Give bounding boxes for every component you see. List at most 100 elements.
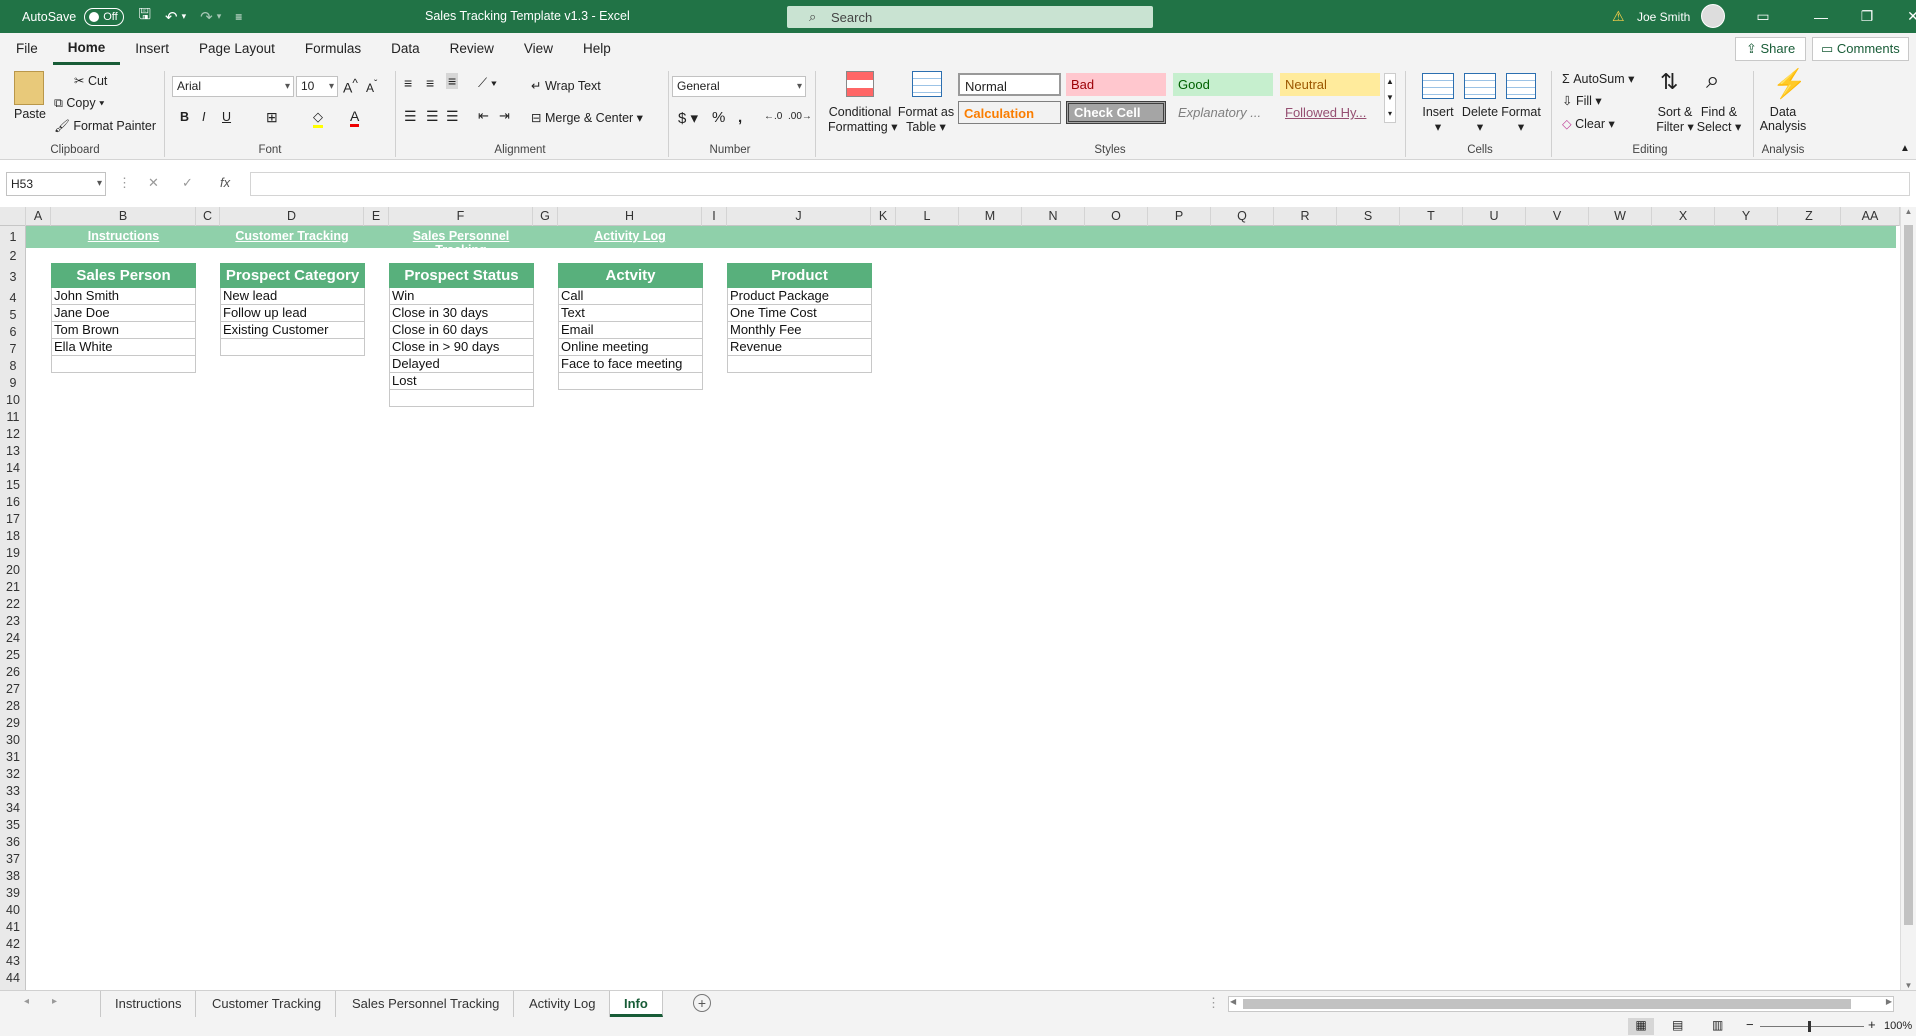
increase-font-icon[interactable]: A^ — [343, 77, 358, 96]
prev-sheet-icon[interactable]: ◂ — [24, 996, 29, 1007]
table-header[interactable]: Prospect Category — [220, 263, 365, 288]
decrease-font-icon[interactable]: Aˇ — [366, 79, 377, 95]
row-header[interactable]: 6 — [0, 324, 26, 341]
column-header[interactable]: T — [1400, 207, 1463, 226]
select-all-corner[interactable] — [0, 207, 26, 226]
nav-link-activity-log[interactable]: Activity Log — [558, 229, 702, 243]
undo-icon[interactable]: ↶ — [165, 8, 178, 26]
format-cells-button[interactable]: Format ▾ — [1500, 105, 1542, 134]
increase-decimal-icon[interactable]: ←.0 — [764, 111, 782, 122]
sheet-tab-info[interactable]: Info — [610, 991, 663, 1017]
align-top-icon[interactable]: ≡ — [404, 75, 412, 91]
autosave-toggle[interactable]: Off — [84, 7, 125, 26]
column-header[interactable]: L — [896, 207, 959, 226]
row-header[interactable]: 39 — [0, 885, 26, 902]
insert-cells-icon[interactable] — [1422, 73, 1454, 99]
column-header[interactable]: AA — [1841, 207, 1900, 226]
menu-review[interactable]: Review — [435, 33, 509, 65]
row-header[interactable]: 22 — [0, 596, 26, 613]
fill-button[interactable]: ⇩ Fill ▾ — [1562, 93, 1602, 108]
enter-icon[interactable]: ✓ — [182, 175, 193, 191]
column-header[interactable]: M — [959, 207, 1022, 226]
zoom-in-icon[interactable]: + — [1868, 1017, 1876, 1032]
table-cell[interactable]: Product Package — [727, 288, 872, 305]
restore-icon[interactable]: ❐ — [1844, 8, 1890, 25]
collapse-ribbon-icon[interactable]: ▲ — [1900, 143, 1910, 154]
conditional-formatting-button[interactable]: Conditional Formatting ▾ — [828, 105, 898, 134]
column-header[interactable]: H — [558, 207, 702, 226]
sheet-tab-sales-personnel-tracking[interactable]: Sales Personnel Tracking — [338, 991, 515, 1017]
percent-icon[interactable]: % — [712, 109, 725, 126]
row-header[interactable]: 42 — [0, 936, 26, 953]
table-cell[interactable] — [389, 390, 534, 407]
user-name[interactable]: Joe Smith — [1637, 10, 1690, 24]
column-header[interactable]: G — [533, 207, 558, 226]
table-cell[interactable]: One Time Cost — [727, 305, 872, 322]
share-button[interactable]: ⇪ Share — [1735, 37, 1807, 61]
table-cell[interactable]: Close in > 90 days — [389, 339, 534, 356]
data-analysis-icon[interactable]: ⚡ — [1772, 67, 1807, 100]
row-header[interactable]: 44 — [0, 970, 26, 987]
table-cell[interactable]: New lead — [220, 288, 365, 305]
scroll-thumb[interactable] — [1904, 225, 1913, 925]
row-header[interactable]: 35 — [0, 817, 26, 834]
row-header[interactable]: 3 — [0, 265, 26, 290]
find-select-button[interactable]: Find & Select ▾ — [1696, 105, 1742, 134]
row-header[interactable]: 23 — [0, 613, 26, 630]
column-header[interactable]: N — [1022, 207, 1085, 226]
fill-color-icon[interactable]: ◇ — [313, 109, 323, 128]
column-header[interactable]: B — [51, 207, 196, 226]
cancel-icon[interactable]: ✕ — [148, 175, 159, 191]
style-bad[interactable]: Bad — [1066, 73, 1166, 96]
menu-help[interactable]: Help — [568, 33, 626, 65]
table-cell[interactable]: Revenue — [727, 339, 872, 356]
zoom-out-icon[interactable]: − — [1746, 1017, 1754, 1032]
align-bottom-icon[interactable]: ≡ — [446, 73, 459, 89]
column-header[interactable]: E — [364, 207, 389, 226]
menu-home[interactable]: Home — [52, 33, 121, 65]
table-cell[interactable]: Close in 30 days — [389, 305, 534, 322]
column-header[interactable]: X — [1652, 207, 1715, 226]
menu-data[interactable]: Data — [376, 33, 435, 65]
menu-file[interactable]: File — [0, 33, 53, 65]
table-header[interactable]: Prospect Status — [389, 263, 534, 288]
clear-button[interactable]: ◇ Clear ▾ — [1562, 116, 1615, 131]
row-header[interactable]: 4 — [0, 290, 26, 307]
styles-scroll[interactable]: ▲ ▼ ▾ — [1384, 73, 1396, 123]
table-cell[interactable]: Online meeting — [558, 339, 703, 356]
row-header[interactable]: 36 — [0, 834, 26, 851]
formula-input[interactable] — [250, 172, 1910, 196]
row-header[interactable]: 40 — [0, 902, 26, 919]
column-header[interactable]: S — [1337, 207, 1400, 226]
column-header[interactable]: V — [1526, 207, 1589, 226]
vertical-scrollbar[interactable]: ▲ ▼ — [1900, 207, 1916, 990]
column-header[interactable]: Y — [1715, 207, 1778, 226]
insert-function-icon[interactable]: fx — [220, 175, 230, 190]
row-header[interactable]: 32 — [0, 766, 26, 783]
row-header[interactable]: 7 — [0, 341, 26, 358]
table-cell[interactable]: Jane Doe — [51, 305, 196, 322]
table-cell[interactable]: Email — [558, 322, 703, 339]
column-header[interactable]: C — [196, 207, 220, 226]
row-header[interactable]: 37 — [0, 851, 26, 868]
paste-button[interactable]: Paste — [14, 107, 46, 121]
table-cell[interactable] — [727, 356, 872, 373]
nav-link-customer-tracking[interactable]: Customer Tracking — [220, 229, 364, 243]
table-cell[interactable]: Close in 60 days — [389, 322, 534, 339]
horizontal-scrollbar[interactable]: ◀ ▶ — [1228, 996, 1894, 1012]
zoom-level[interactable]: 100% — [1884, 1020, 1912, 1032]
align-right-icon[interactable]: ☰ — [446, 108, 459, 125]
column-header[interactable]: O — [1085, 207, 1148, 226]
table-cell[interactable]: Tom Brown — [51, 322, 196, 339]
undo-dropdown-icon[interactable]: ▾ — [182, 11, 187, 22]
align-middle-icon[interactable]: ≡ — [426, 75, 434, 91]
find-select-icon[interactable]: ⌕ — [1706, 67, 1719, 95]
customize-toolbar-icon[interactable]: ≡ — [235, 10, 242, 24]
style-normal[interactable]: Normal — [958, 73, 1061, 96]
sheet-tab-instructions[interactable]: Instructions — [100, 991, 197, 1017]
row-header[interactable]: 2 — [0, 248, 26, 265]
table-header[interactable]: Sales Person — [51, 263, 196, 288]
table-cell[interactable]: Face to face meeting — [558, 356, 703, 373]
table-cell[interactable]: Ella White — [51, 339, 196, 356]
row-header[interactable]: 1 — [0, 226, 26, 248]
